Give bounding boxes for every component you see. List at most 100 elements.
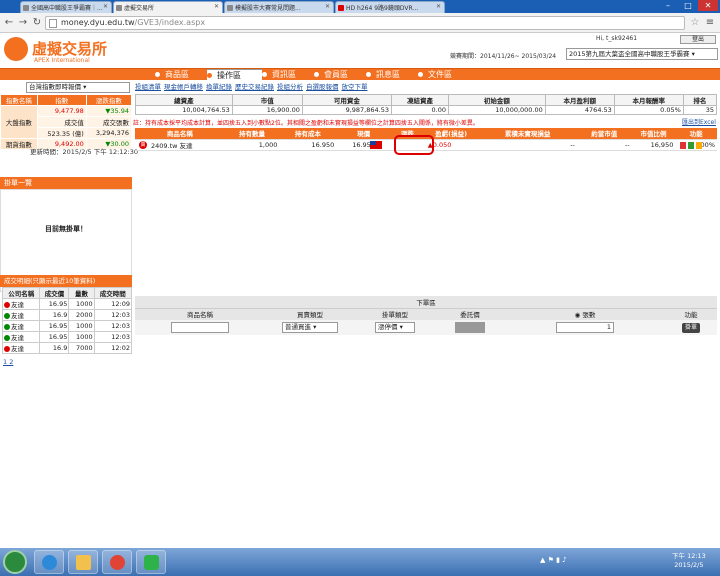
close-icon[interactable]: ✕ (103, 3, 108, 10)
sell-icon[interactable]: 賣 (139, 141, 147, 149)
close-icon[interactable]: ✕ (325, 3, 330, 10)
trade-header: 量數 (68, 287, 95, 299)
subnav-analysis[interactable]: 投組分析 (277, 83, 303, 91)
order-type-select[interactable]: 漲停價 ▾ (375, 322, 415, 333)
trade-type-value: 普通買進 (285, 323, 311, 331)
reload-icon[interactable]: ↻ (30, 16, 44, 30)
browser-tab-bar: 全國高中職股王爭霸賽｜... ✕ 虛擬交易所 ✕ 模擬股市大賽常見問題... ✕ HD… (0, 0, 720, 13)
browser-tab-3[interactable]: 模擬股市大賽常見問題... ✕ (224, 1, 334, 13)
update-time: 更新時間：2015/2/5 下午 12:12:30 (30, 148, 139, 156)
export-excel-link[interactable]: 匯出到Excel (682, 117, 716, 126)
nav-messages[interactable]: 訊息區 (366, 69, 418, 81)
hold-header: 持有數量 (224, 128, 280, 140)
submit-order-button[interactable]: 掛單 (682, 322, 700, 333)
index-name: 大盤指數 (0, 105, 38, 139)
trade-qty: 1000 (68, 331, 95, 343)
logout-button[interactable]: 登出 (680, 35, 716, 44)
site-header: 虛擬交易所 APEX International Hi, t_sk92461 登… (0, 33, 720, 68)
trade-qty: 7000 (68, 342, 95, 354)
line-icon[interactable] (136, 550, 166, 574)
submit-cell: 掛單 (665, 320, 717, 335)
close-icon[interactable]: ✕ (214, 3, 219, 10)
order-type-value: 漲停價 (378, 323, 398, 331)
subnav-cash-transfer[interactable]: 現金帳戶轉移 (164, 83, 203, 91)
close-window-icon[interactable]: ✕ (698, 0, 718, 11)
trade-header: 公司名稱 (1, 287, 41, 299)
ie-icon[interactable] (34, 550, 64, 574)
sell-icon (4, 335, 10, 341)
index-select[interactable]: 台灣指數即時報價 ▾ (26, 82, 130, 93)
buy-icon (4, 302, 10, 308)
star-icon[interactable]: ☆ (688, 16, 702, 30)
monthly-return: 0.05% (613, 105, 684, 115)
sell-action-icon[interactable] (688, 142, 694, 149)
logout-label: 登出 (691, 36, 704, 43)
index-value: 9,477.98 (36, 105, 87, 117)
subnav-short-order[interactable]: 放空下單 (342, 83, 368, 91)
hold-header: 功能 (675, 128, 717, 140)
trade-price: 16.95 (39, 331, 70, 343)
back-icon[interactable]: ← (2, 16, 16, 30)
nav-products[interactable]: 商品區 (155, 69, 207, 81)
nav-operations[interactable]: 操作區 (207, 69, 262, 81)
nav-documents[interactable]: 文件區 (418, 69, 470, 81)
available-cash: 9,987,864.53 (301, 105, 392, 115)
folder-icon[interactable] (68, 550, 98, 574)
subnav-portfolio[interactable]: 投組清單 (135, 83, 161, 91)
trade-price: 16.95 (39, 320, 70, 332)
clock[interactable]: 下午 12:13 2015/2/5 (672, 552, 706, 570)
trade-time: 12:03 (93, 309, 133, 321)
page-icon (23, 5, 29, 11)
volume-label: 成交張數 (85, 116, 133, 128)
trade-pagination[interactable]: 1 2 (3, 358, 13, 366)
nav-label: 商品區 (165, 70, 189, 79)
close-icon[interactable]: ✕ (436, 3, 441, 10)
subnav-trade-history[interactable]: 歷史交易紀錄 (235, 83, 274, 91)
trade-header: 成交時間 (93, 287, 133, 299)
price-input[interactable] (455, 322, 485, 333)
contest-period: 競賽期間：2014/11/26~ 2015/03/24 (450, 53, 557, 60)
turnover-label: 成交值 (36, 116, 87, 128)
start-button[interactable] (3, 550, 27, 574)
qty-input[interactable]: 1 (556, 322, 614, 333)
trade-type-select[interactable]: 普通買進 ▾ (282, 322, 338, 333)
index-col-change: 漲跌指數 (85, 94, 133, 106)
product-input[interactable] (171, 322, 229, 333)
acct-header: 本月報酬率 (613, 94, 684, 106)
chrome-icon[interactable] (102, 550, 132, 574)
order-header: 買賣類型 (265, 308, 355, 320)
buy-icon[interactable] (680, 142, 686, 149)
index-selected: 台灣指數即時報價 (29, 83, 81, 91)
subnav-order-history[interactable]: 換單紀錄 (206, 83, 232, 91)
forward-icon[interactable]: → (16, 16, 30, 30)
trade-row: 友達 16.95 1000 12:09 (1, 298, 133, 310)
lot-radio-icon[interactable]: ◉ (575, 311, 581, 319)
index-col-value: 指數 (36, 94, 87, 106)
minimize-icon[interactable]: – (658, 0, 678, 11)
trade-name-cell: 友達 (1, 331, 41, 343)
browser-tab-1[interactable]: 全國高中職股王爭霸賽｜... ✕ (20, 1, 112, 13)
trade-name-cell: 友達 (1, 298, 41, 310)
index-change: ▼35.94 (85, 105, 133, 117)
browser-tab-2[interactable]: 虛擬交易所 ✕ (113, 1, 223, 13)
sell-icon (4, 324, 10, 330)
hold-header: 持有成本 (279, 128, 337, 140)
menu-icon[interactable]: ≡ (703, 16, 717, 30)
order-header: 張數 (582, 311, 596, 320)
address-bar[interactable]: money.dyu.edu.tw/GVE3/index.aspx (45, 16, 685, 30)
url-path: /GVE3/index.aspx (134, 18, 206, 27)
nav-info[interactable]: 資訊區 (262, 69, 314, 81)
trade-row: 友達 16.9 2000 12:03 (1, 309, 133, 321)
browser-tab-4[interactable]: HD h264 9路9鏡頭DVR... ✕ (335, 1, 445, 13)
trade-price: 16.9 (39, 309, 70, 321)
maximize-icon[interactable]: □ (678, 0, 698, 11)
user-greeting: Hi, t_sk92461 (596, 35, 638, 42)
tab-label: 虛擬交易所 (124, 5, 155, 12)
trade-name: 友達 (11, 334, 24, 342)
chart-icon[interactable] (696, 142, 702, 149)
cost-note: 註：持有成本採平均成本計算，並四捨五入到小數點2位。其相關之盈虧和未實現損益等欄… (133, 120, 479, 127)
subnav-watchlist[interactable]: 自選股報價 (306, 83, 339, 91)
tab-label: 模擬股市大賽常見問題... (235, 5, 301, 12)
nav-members[interactable]: 會員區 (314, 69, 366, 81)
contest-select[interactable]: 2015第九屆大葉盃全國高中職股王爭霸賽 ▾ (566, 48, 718, 60)
